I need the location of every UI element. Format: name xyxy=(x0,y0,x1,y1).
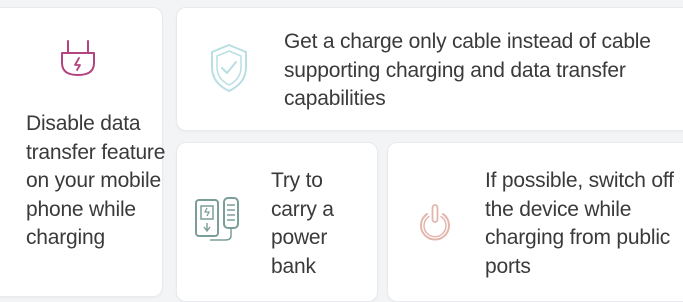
tip-switch-off-text: If possible, switch off the device while… xyxy=(485,169,674,278)
power-icon xyxy=(420,204,450,241)
plug-icon xyxy=(61,40,95,76)
tip-card-power-bank: Try to carry a power bank xyxy=(176,142,378,302)
tip-charge-cable-text: Get a charge only cable instead of cable… xyxy=(284,30,651,110)
power-bank-icon xyxy=(195,197,239,241)
tip-card-switch-off: If possible, switch off the device while… xyxy=(387,142,683,302)
shield-check-icon xyxy=(211,43,247,93)
tip-disable-data-text: Disable data transfer feature on your mo… xyxy=(26,112,166,249)
tip-power-bank-text: Try to carry a power bank xyxy=(271,169,334,278)
tip-card-charge-cable: Get a charge only cable instead of cable… xyxy=(176,7,683,131)
tip-card-disable-data: Disable data transfer feature on your mo… xyxy=(0,7,166,297)
